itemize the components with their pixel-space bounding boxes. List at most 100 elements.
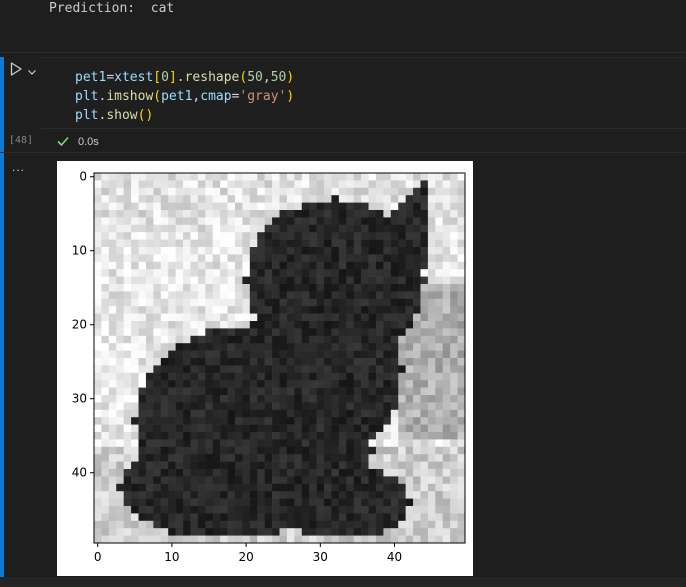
run-icon[interactable] (8, 61, 24, 77)
image-pixel (279, 498, 288, 507)
image-pixel (205, 380, 214, 388)
image-pixel (331, 187, 340, 196)
image-pixel (279, 454, 288, 462)
image-pixel (183, 461, 191, 470)
image-pixel (324, 210, 332, 218)
image-pixel (450, 409, 458, 418)
image-pixel (190, 217, 199, 226)
code-line[interactable]: pet1=xtest[0].reshape(50,50) (75, 68, 294, 87)
image-pixel (442, 284, 451, 292)
image-pixel (116, 335, 124, 344)
image-pixel (257, 276, 265, 285)
image-pixel (242, 432, 251, 440)
image-pixel (442, 291, 451, 300)
image-pixel (353, 402, 362, 411)
image-pixel (138, 195, 147, 203)
image-pixel (442, 476, 451, 485)
image-pixel (405, 535, 414, 544)
image-pixel (346, 180, 354, 189)
image-pixel (309, 202, 317, 211)
image-pixel (153, 202, 162, 211)
image-pixel (324, 224, 332, 233)
image-pixel (131, 187, 139, 196)
image-pixel (375, 187, 384, 196)
image-pixel (294, 365, 303, 374)
chevron-down-icon[interactable] (26, 63, 38, 75)
image-pixel (405, 476, 414, 485)
image-pixel (294, 284, 303, 292)
image-pixel (212, 180, 221, 189)
image-pixel (205, 395, 214, 403)
image-pixel (94, 491, 102, 499)
image-pixel (153, 276, 162, 285)
image-pixel (450, 254, 458, 263)
image-pixel (375, 520, 384, 529)
image-pixel (405, 417, 414, 425)
image-pixel (160, 424, 169, 433)
image-pixel (390, 365, 399, 374)
image-pixel (108, 520, 117, 529)
image-pixel (301, 476, 310, 485)
image-pixel (390, 217, 399, 226)
image-pixel (249, 372, 258, 381)
image-pixel (227, 343, 236, 351)
image-pixel (257, 195, 265, 203)
image-pixel (190, 328, 199, 337)
image-pixel (309, 454, 317, 462)
image-pixel (131, 483, 139, 492)
image-pixel (383, 513, 392, 522)
image-pixel (116, 298, 124, 307)
image-pixel (190, 350, 199, 359)
image-pixel (294, 224, 303, 233)
image-pixel (227, 469, 236, 477)
image-pixel (390, 498, 399, 507)
image-pixel (234, 372, 243, 381)
image-pixel (338, 195, 347, 203)
image-pixel (427, 284, 436, 292)
code-token: () (137, 108, 154, 123)
image-pixel (375, 210, 384, 218)
image-pixel (331, 343, 340, 351)
image-pixel (450, 498, 458, 507)
code-line[interactable]: plt.imshow(pet1,cmap='gray') (75, 87, 294, 106)
image-pixel (272, 506, 280, 514)
image-pixel (175, 358, 184, 366)
image-pixel (257, 335, 265, 344)
image-pixel (138, 210, 147, 218)
image-pixel (175, 187, 184, 196)
image-pixel (175, 498, 184, 507)
image-pixel (272, 313, 280, 322)
image-pixel (338, 180, 347, 189)
image-pixel (398, 483, 406, 492)
image-pixel (316, 187, 325, 196)
code-editor[interactable]: pet1=xtest[0].reshape(50,50) plt.imshow(… (41, 57, 686, 129)
image-pixel (301, 483, 310, 492)
image-pixel (257, 387, 265, 396)
image-pixel (257, 372, 265, 381)
image-pixel (212, 454, 221, 462)
image-pixel (168, 439, 176, 448)
image-pixel (145, 173, 154, 181)
image-pixel (175, 217, 184, 226)
more-icon[interactable]: ... (12, 160, 25, 174)
image-pixel (190, 498, 199, 507)
image-pixel (108, 291, 117, 300)
image-pixel (212, 202, 221, 211)
image-pixel (272, 387, 280, 396)
image-pixel (197, 520, 206, 529)
image-pixel (309, 291, 317, 300)
y-tick-label: 40 (72, 466, 87, 480)
image-pixel (272, 180, 280, 189)
image-pixel (361, 424, 369, 433)
image-pixel (435, 224, 444, 233)
image-pixel (160, 276, 169, 285)
image-pixel (153, 520, 162, 529)
image-pixel (197, 232, 206, 240)
image-pixel (160, 210, 169, 218)
image-pixel (435, 187, 444, 196)
image-pixel (227, 187, 236, 196)
image-pixel (190, 491, 199, 499)
code-line[interactable]: plt.show() (75, 106, 153, 125)
image-pixel (279, 469, 288, 477)
image-pixel (234, 409, 243, 418)
